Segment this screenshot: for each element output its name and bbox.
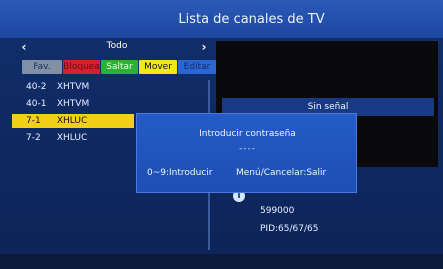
prev-group-arrow-icon[interactable]: ‹ (18, 40, 30, 54)
info-pid: PID:65/67/65 (260, 224, 319, 234)
channel-item[interactable]: 40-2 XHTVM (12, 80, 208, 94)
skip-button[interactable]: Saltar (101, 60, 138, 74)
info-frequency: 599000 (260, 206, 295, 216)
dialog-title: Introducir contraseña (199, 129, 296, 139)
group-name: Todo (106, 41, 128, 51)
channel-number: 7-2 (26, 133, 41, 143)
dialog-hint-enter: 0~9:Introducir (147, 168, 213, 178)
channel-number: 40-2 (26, 82, 47, 92)
page-title: Lista de canales de TV (178, 11, 325, 27)
color-button-bar: Fav. Bloquea Saltar Mover Editar (12, 60, 217, 74)
channel-number: 7-1 (26, 116, 41, 126)
group-nav: ‹ Todo › (12, 40, 212, 54)
bottom-strip (0, 254, 443, 269)
channel-name: XHLUC (56, 116, 88, 126)
channel-name: XHTVM (56, 99, 90, 109)
tv-screen: Lista de canales de TV ‹ Todo › Fav. Blo… (0, 0, 443, 269)
channel-name: XHLUC (56, 133, 88, 143)
dialog-hint-exit: Menú/Cancelar:Salir (236, 168, 327, 178)
next-group-arrow-icon[interactable]: › (198, 40, 210, 54)
channel-number: 40-1 (26, 99, 47, 109)
title-bar: Lista de canales de TV (0, 0, 443, 38)
fav-button[interactable]: Fav. (22, 60, 62, 74)
channel-name: XHTVM (56, 82, 90, 92)
channel-item-selected[interactable]: 7-1 XHLUC (12, 114, 134, 128)
password-input[interactable]: ---- (137, 144, 358, 154)
block-button[interactable]: Bloquea (63, 60, 100, 74)
edit-button[interactable]: Editar (178, 60, 216, 74)
move-button[interactable]: Mover (139, 60, 177, 74)
channel-item[interactable]: 40-1 XHTVM (12, 97, 208, 111)
password-dialog: Introducir contraseña ---- 0~9:Introduci… (136, 113, 357, 193)
